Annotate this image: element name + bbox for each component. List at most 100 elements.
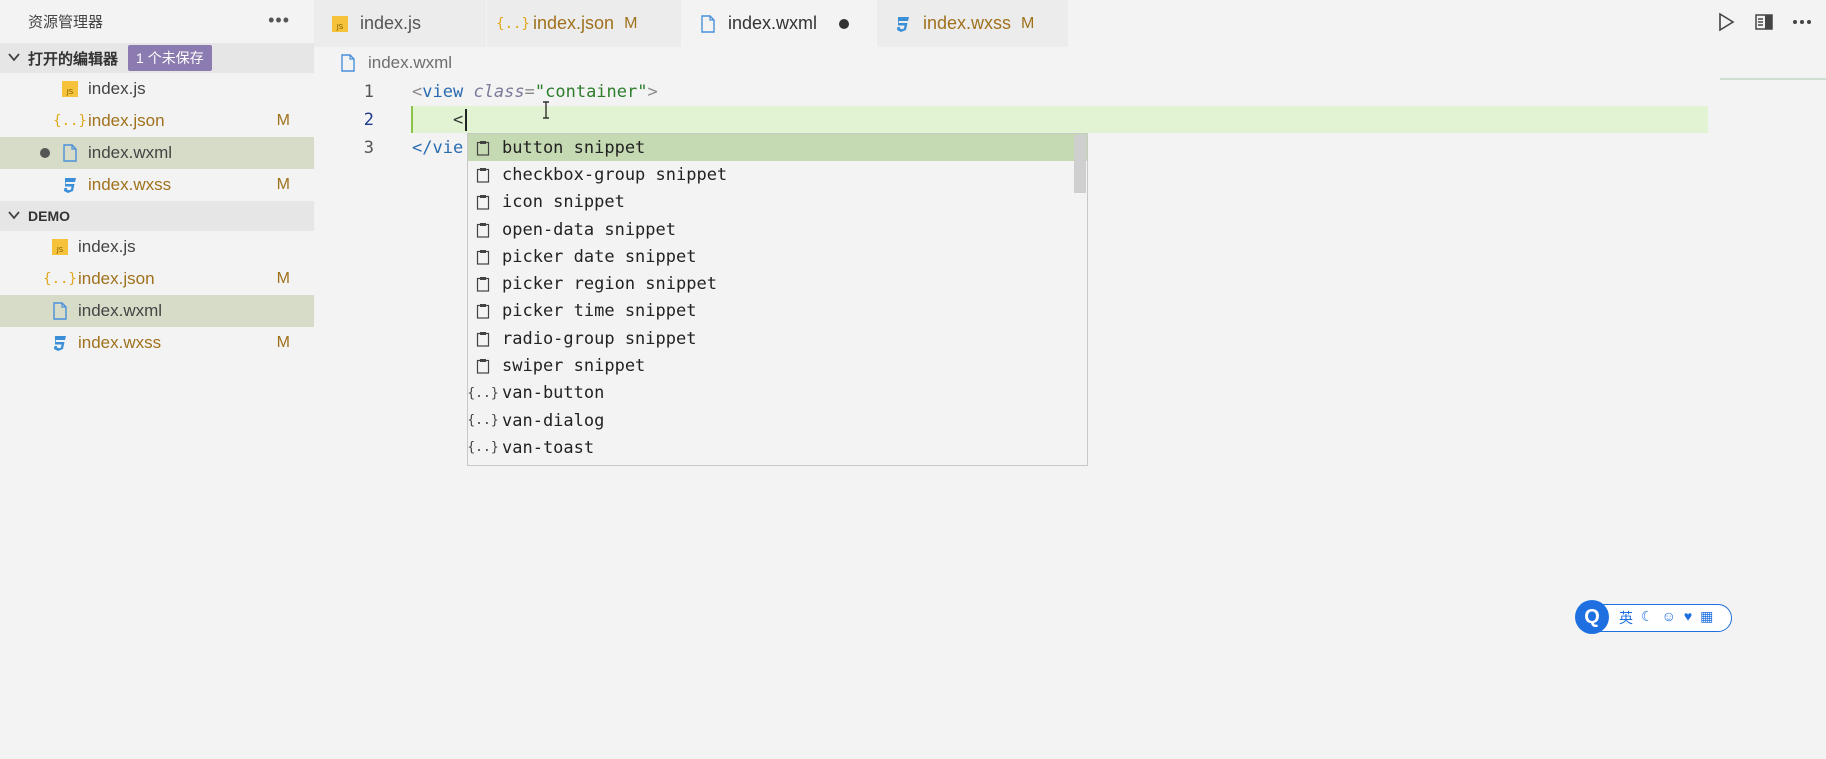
- suggestion-label: button snippet: [502, 137, 646, 158]
- modified-flag: M: [276, 176, 290, 193]
- tab-label: index.wxss: [923, 13, 1012, 33]
- line-number: 2: [363, 109, 374, 130]
- open-editor-item-index-js[interactable]: JS index.js: [0, 73, 314, 105]
- wxml-file-icon: [338, 53, 358, 73]
- suggestion-item[interactable]: icon snippet: [468, 189, 1087, 216]
- emoji-icon[interactable]: ☺: [1662, 608, 1676, 628]
- suggestion-item[interactable]: radio-group snippet: [468, 325, 1087, 352]
- tab-index-json[interactable]: {..} index.json M: [487, 0, 682, 47]
- json-file-icon: {..}: [496, 15, 530, 32]
- suggestion-item[interactable]: open-data snippet: [468, 216, 1087, 243]
- snippet-icon: [472, 138, 494, 158]
- explorer-header: 资源管理器 •••: [0, 0, 314, 43]
- svg-text:JS: JS: [336, 23, 344, 31]
- open-editor-item-index-json[interactable]: {..} index.json M: [0, 105, 314, 137]
- wxss-file-icon: [60, 175, 80, 195]
- tab-label: index.json: [533, 13, 615, 33]
- ime-logo-icon[interactable]: Q: [1575, 600, 1609, 634]
- component-icon: {..}: [467, 413, 499, 429]
- open-editor-item-index-wxss[interactable]: index.wxss M: [0, 169, 314, 201]
- more-actions-icon[interactable]: •••: [268, 10, 290, 31]
- line-content: </vie: [412, 137, 464, 158]
- breadcrumb[interactable]: index.wxml: [338, 51, 452, 75]
- project-item-index-wxss[interactable]: index.wxss M: [0, 327, 314, 359]
- modified-flag: M: [276, 270, 290, 287]
- snippet-icon: [472, 301, 494, 321]
- breadcrumb-file: index.wxml: [368, 53, 453, 72]
- file-name: index.wxss: [78, 333, 162, 352]
- suggestion-label: swiper snippet: [502, 356, 646, 377]
- suggestion-list[interactable]: button snippet checkbox-group snippet ic…: [467, 133, 1088, 466]
- more-actions-icon[interactable]: [1790, 10, 1814, 34]
- suggestion-label: picker time snippet: [502, 301, 697, 322]
- suggestion-scrollbar[interactable]: [1074, 135, 1086, 193]
- suggestion-item[interactable]: swiper snippet: [468, 352, 1087, 379]
- minimap[interactable]: [1720, 78, 1826, 80]
- component-icon: {..}: [467, 440, 499, 456]
- wxml-file-icon: [698, 14, 718, 34]
- json-file-icon: {..}: [43, 271, 77, 287]
- token-text: <: [452, 109, 464, 130]
- modified-flag: M: [276, 112, 290, 129]
- suggestion-item[interactable]: picker region snippet: [468, 270, 1087, 297]
- token-tag: view: [422, 81, 464, 102]
- suggestion-item[interactable]: {..} van-toast: [467, 434, 1087, 461]
- line-content: <: [412, 110, 463, 130]
- text-caret: [465, 108, 467, 131]
- wxss-file-icon: [50, 333, 70, 353]
- unsaved-dot-icon[interactable]: [40, 148, 50, 158]
- token-string: "container": [534, 81, 648, 102]
- token-attr: class: [473, 81, 525, 102]
- ime-language-toggle[interactable]: 英: [1619, 608, 1633, 628]
- token-bracket: >: [647, 81, 658, 102]
- suggestion-label: checkbox-group snippet: [502, 164, 728, 185]
- file-name: index.json: [78, 269, 155, 288]
- suggestion-item[interactable]: picker date snippet: [468, 243, 1087, 270]
- modified-flag: M: [276, 334, 290, 351]
- suggestion-item[interactable]: {..} van-button: [467, 380, 1087, 407]
- snippet-icon: [472, 192, 494, 212]
- suggestion-item[interactable]: picker time snippet: [468, 298, 1087, 325]
- tab-label: index.wxml: [728, 13, 818, 33]
- file-name: index.js: [88, 79, 146, 98]
- grid-menu-icon[interactable]: ▦: [1700, 608, 1713, 628]
- project-item-index-wxml[interactable]: index.wxml: [0, 295, 314, 327]
- chevron-down-icon: [0, 51, 28, 66]
- project-item-index-json[interactable]: {..} index.json M: [0, 263, 314, 295]
- snippet-icon: [472, 356, 494, 376]
- component-icon: {..}: [467, 385, 499, 401]
- run-icon[interactable]: [1714, 10, 1738, 34]
- tab-index-js[interactable]: JS index.js: [314, 0, 487, 47]
- suggestion-item[interactable]: {..} van-dialog: [467, 407, 1087, 434]
- file-name: index.wxss: [88, 175, 172, 194]
- file-name: index.wxml: [78, 301, 163, 320]
- unsaved-dot-icon[interactable]: [839, 18, 850, 29]
- editor-tabs: JS index.js {..} index.json M index.wxml…: [314, 0, 1069, 47]
- snippet-icon: [472, 274, 494, 294]
- svg-text:JS: JS: [66, 88, 74, 96]
- tab-index-wxss[interactable]: index.wxss M: [877, 0, 1069, 47]
- svg-text:JS: JS: [56, 246, 64, 254]
- editor-actions: [1714, 0, 1826, 43]
- open-editor-item-index-wxml[interactable]: index.wxml: [0, 137, 314, 169]
- project-item-index-js[interactable]: JS index.js: [0, 231, 314, 263]
- token-eq: =: [524, 81, 535, 102]
- js-file-icon: JS: [50, 237, 70, 257]
- split-editor-icon[interactable]: [1752, 10, 1776, 34]
- explorer-title: 资源管理器: [28, 14, 104, 31]
- js-file-icon: JS: [330, 14, 350, 34]
- suggestion-item[interactable]: checkbox-group snippet: [468, 161, 1087, 188]
- js-file-icon: JS: [60, 79, 80, 99]
- project-section[interactable]: DEMO: [0, 201, 314, 231]
- suggestion-label: van-toast: [502, 437, 595, 458]
- suggestion-item[interactable]: button snippet: [468, 134, 1087, 162]
- moon-icon[interactable]: ☾: [1641, 608, 1654, 628]
- ime-toolbar[interactable]: Q 英 ☾ ☺ ♥ ▦: [1575, 600, 1732, 634]
- line-number: 1: [363, 81, 374, 102]
- tab-index-wxml[interactable]: index.wxml: [682, 0, 877, 47]
- skin-icon[interactable]: ♥: [1684, 608, 1692, 628]
- open-editors-section[interactable]: 打开的编辑器 1 个未保存: [0, 43, 314, 73]
- suggestion-label: picker region snippet: [502, 274, 717, 295]
- chevron-down-icon: [0, 209, 28, 224]
